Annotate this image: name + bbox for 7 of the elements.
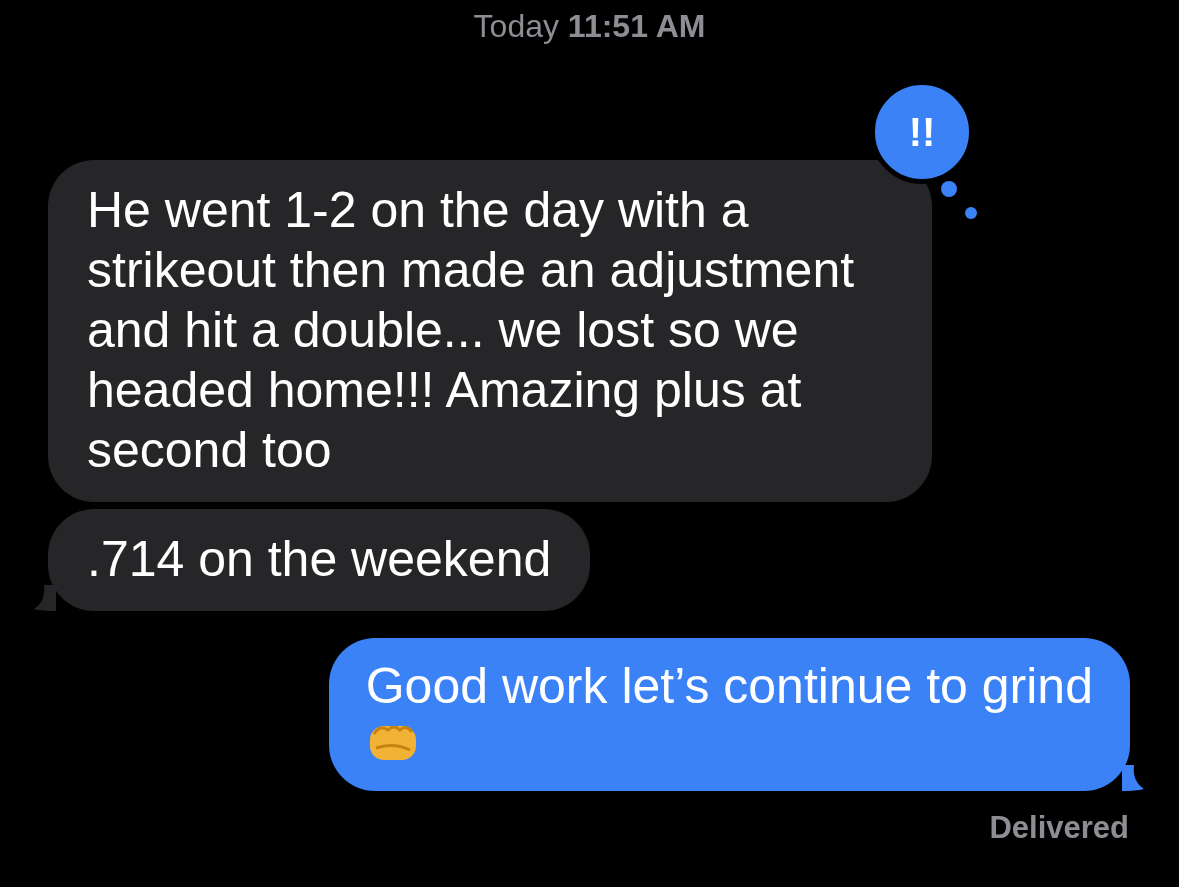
delivery-status: Delivered [989,809,1129,847]
reaction-text: !! [908,109,936,156]
message-text: He went 1-2 on the day with a strikeout then made an adjustment and hit a double... we lost so we headed home!!! Amazing plus at second too [87,182,855,478]
timestamp: Today 11:51 AM [473,7,706,46]
message-text: Good work let’s continue to grind [365,658,1093,714]
message-text: .714 on the weekend [87,531,552,587]
reaction-dot-icon [939,181,979,221]
